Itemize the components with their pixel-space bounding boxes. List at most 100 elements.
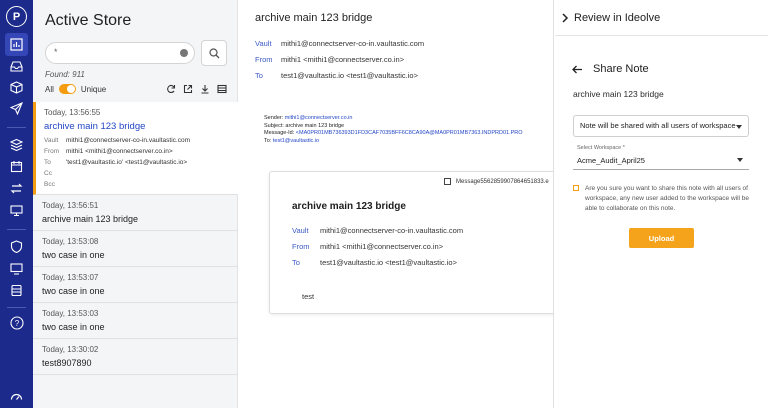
share-scope-select[interactable]: Note will be shared with all users of wo… — [573, 115, 749, 137]
open-external-icon[interactable] — [183, 84, 193, 94]
transfer-icon[interactable] — [7, 179, 26, 198]
nav-rail: P ? — [0, 0, 33, 408]
search-value: * — [54, 47, 58, 57]
list-item[interactable]: Today, 13:53:08 two case in one — [33, 231, 238, 267]
meta-key: Cc — [44, 170, 52, 177]
shield-icon[interactable] — [7, 237, 26, 256]
workspace-label: Select Workspace * — [577, 145, 625, 151]
item-time: Today, 13:53:03 — [42, 309, 99, 318]
from-label: From — [255, 54, 273, 64]
meta-value: mithi1@connectserver-co-in.vaultastic.co… — [66, 137, 191, 144]
app-window: P ? Active Store * Found: 911 All Unique… — [0, 0, 768, 408]
to-label: To — [255, 70, 263, 80]
item-time: Today, 13:56:55 — [44, 108, 101, 117]
vault-value: mithi1@connectserver-co-in.vaultastic.co… — [281, 38, 425, 48]
raw-to-link[interactable]: test1@vaultastic.io — [273, 138, 319, 144]
database-icon[interactable] — [7, 281, 26, 300]
search-input[interactable]: * — [45, 42, 195, 64]
share-note-header: Share Note — [572, 63, 649, 75]
message-body: test — [302, 292, 315, 301]
upload-button[interactable]: Upload — [629, 228, 694, 248]
to-label: To — [292, 257, 300, 267]
search-button[interactable] — [201, 40, 227, 66]
share-confirmation: Are you sure you want to share this note… — [573, 184, 753, 214]
review-header: Review in Ideolve — [555, 0, 768, 36]
message-list-panel: Active Store * Found: 911 All Unique Tod… — [33, 0, 238, 408]
item-time: Today, 13:56:51 — [42, 201, 99, 210]
calendar-icon[interactable] — [7, 157, 26, 176]
meta-key: Vault — [44, 137, 59, 144]
meta-key: Bcc — [44, 181, 55, 188]
filter-all-label: All — [45, 84, 54, 94]
confirm-text: Are you sure you want to share this note… — [585, 185, 750, 212]
message-header: Vault mithi1@connectserver-co-in.vaultast… — [255, 35, 424, 83]
unique-toggle[interactable] — [58, 84, 76, 94]
item-subject: archive main 123 bridge — [42, 214, 139, 224]
meta-key: From — [44, 148, 60, 155]
message-view: archive main 123 bridge Vault mithi1@conn… — [238, 0, 554, 408]
search-icon — [208, 47, 219, 58]
review-title: Review in Ideolve — [574, 12, 661, 24]
refresh-icon[interactable] — [166, 84, 176, 94]
meta-value: 'test1@vaultastic.io' <test1@vaultastic.… — [66, 159, 188, 166]
caret-down-icon — [736, 125, 742, 129]
caret-down-icon — [737, 158, 743, 162]
card-vault-value: mithi1@connectserver-co-in.vaultastic.co… — [320, 225, 464, 235]
raw-sender-label: Sender: — [264, 115, 284, 121]
rail-divider — [7, 307, 26, 308]
vault-label: Vault — [255, 38, 272, 48]
attachment-icon — [444, 178, 451, 185]
svg-text:?: ? — [14, 319, 19, 328]
attachment-bar[interactable]: Message5562859907864651833.e — [444, 178, 549, 185]
raw-msgid-link[interactable]: <MA0PR01MB736393D1FD3CAF7035BFF6C8CA90A@… — [296, 130, 523, 136]
chevron-right-icon[interactable] — [561, 13, 569, 23]
from-value: mithi1 <mithi1@connectserver.co.in> — [281, 54, 405, 64]
clear-search-icon[interactable] — [180, 49, 188, 57]
download-icon[interactable] — [200, 84, 210, 94]
item-subject: two case in one — [42, 286, 105, 296]
card-title: archive main 123 bridge — [292, 201, 406, 212]
list-item[interactable]: Today, 13:56:55 archive main 123 bridge … — [33, 102, 238, 195]
meta-value: mithi1 <mithi1@connectserver.co.in> — [66, 148, 173, 155]
card-header: Vault mithi1@connectserver-co-in.vaultast… — [292, 222, 463, 270]
unique-filter: All Unique — [45, 84, 106, 94]
card-to-value: test1@vaultastic.io <test1@vaultastic.io… — [320, 257, 457, 267]
rail-divider — [7, 127, 26, 128]
card-from-value: mithi1 <mithi1@connectserver.co.in> — [320, 241, 444, 251]
meta-key: To — [44, 159, 51, 166]
help-icon[interactable]: ? — [7, 313, 26, 332]
confirm-checkbox[interactable] — [573, 185, 579, 191]
list-item[interactable]: Today, 13:30:02 test8907890 — [33, 339, 238, 375]
list-item[interactable]: Today, 13:53:07 two case in one — [33, 267, 238, 303]
list-item[interactable]: Today, 13:56:51 archive main 123 bridge — [33, 195, 238, 231]
item-time: Today, 13:53:07 — [42, 273, 99, 282]
monitor-icon[interactable] — [7, 201, 26, 220]
item-subject: archive main 123 bridge — [44, 121, 146, 132]
inbox-icon[interactable] — [7, 57, 26, 76]
message-subject: archive main 123 bridge — [255, 12, 373, 24]
list-toolbar — [166, 84, 227, 94]
layers-icon[interactable] — [7, 135, 26, 154]
workspace-select[interactable]: Select Workspace * Acme_Audit_April25 — [573, 145, 749, 170]
item-time: Today, 13:53:08 — [42, 237, 99, 246]
list-view-icon[interactable] — [217, 84, 227, 94]
desktop-icon[interactable] — [7, 259, 26, 278]
item-time: Today, 13:30:02 — [42, 345, 99, 354]
found-count: Found: 911 — [45, 70, 85, 79]
gauge-icon[interactable] — [7, 387, 26, 406]
rail-divider — [7, 229, 26, 230]
attachment-name: Message5562859907864651833.e — [456, 178, 549, 185]
chart-icon[interactable] — [5, 33, 28, 56]
list-item[interactable]: Today, 13:53:03 two case in one — [33, 303, 238, 339]
raw-msgid-label: Message-Id: — [264, 130, 295, 136]
send-icon[interactable] — [7, 99, 26, 118]
filter-unique-label: Unique — [80, 84, 107, 94]
raw-subject: Subject: archive main 123 bridge — [264, 122, 345, 129]
app-logo[interactable]: P — [6, 6, 27, 27]
back-arrow-icon[interactable] — [572, 65, 583, 74]
raw-sender-link[interactable]: mithi1@connectserver.co.in — [285, 115, 353, 121]
raw-headers: Sender: mithi1@connectserver.co.in Subje… — [264, 115, 523, 145]
item-subject: two case in one — [42, 250, 105, 260]
box-icon[interactable] — [7, 78, 26, 97]
workspace-value: Acme_Audit_April25 — [577, 156, 645, 165]
